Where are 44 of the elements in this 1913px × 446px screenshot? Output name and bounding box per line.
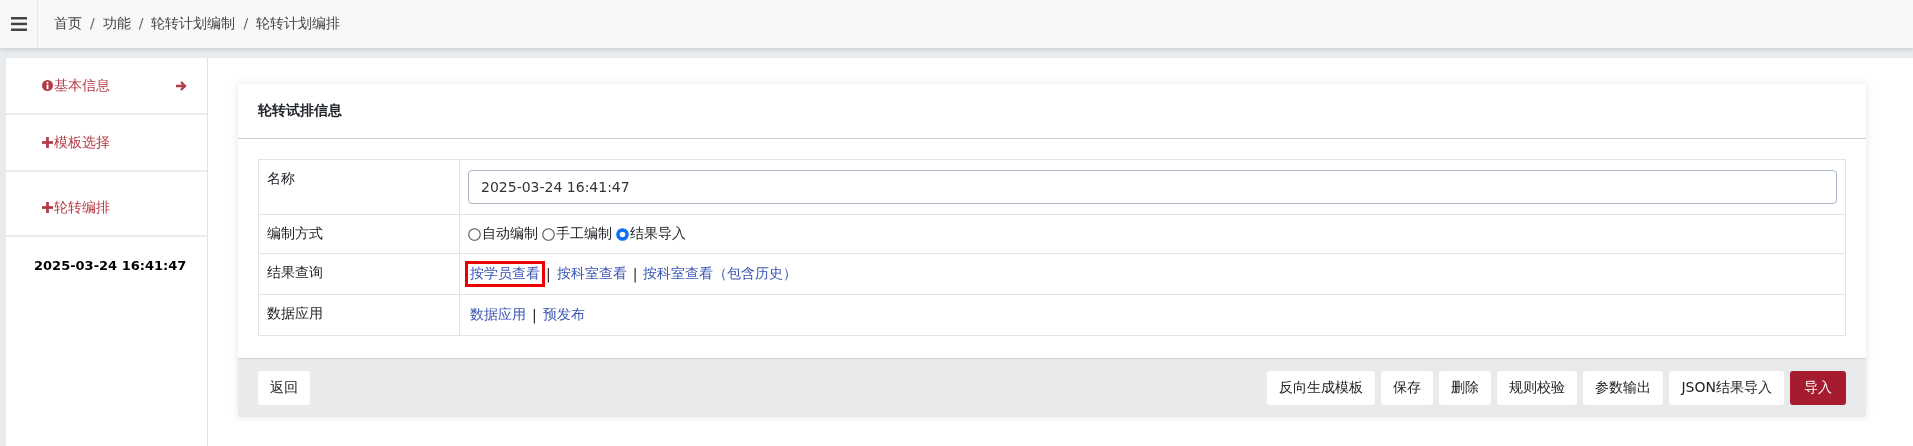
- separator: |: [546, 266, 551, 282]
- field-label: 数据应用: [258, 294, 460, 336]
- plus-icon: [42, 202, 53, 213]
- sidebar-item[interactable]: 基本信息: [6, 58, 207, 115]
- action-button[interactable]: 删除: [1439, 371, 1492, 405]
- breadcrumb-item[interactable]: 首页: [54, 15, 82, 33]
- radio-button[interactable]: [542, 227, 555, 241]
- action-button[interactable]: 保存: [1381, 371, 1434, 405]
- radio-label: 结果导入: [630, 225, 686, 243]
- action-button[interactable]: 参数输出: [1583, 371, 1664, 405]
- view-link[interactable]: 按科室查看: [554, 264, 629, 284]
- back-button[interactable]: 返回: [258, 371, 310, 405]
- view-link[interactable]: 预发布: [540, 305, 587, 325]
- view-link[interactable]: 按科室查看（包含历史）: [641, 264, 800, 284]
- field-label: 名称: [258, 159, 460, 215]
- separator: |: [532, 307, 537, 323]
- plus-icon: [42, 137, 53, 148]
- radio-button[interactable]: [468, 227, 481, 241]
- action-button[interactable]: JSON结果导入: [1669, 371, 1784, 405]
- breadcrumb-separator: /: [90, 15, 95, 33]
- sidebar-label: 轮转编排: [54, 198, 110, 217]
- field-label: 结果查询: [258, 253, 460, 295]
- breadcrumb-item[interactable]: 轮转计划编排: [256, 15, 341, 33]
- action-button[interactable]: 导入: [1790, 371, 1846, 405]
- sidebar-date: 2025-03-24 16:41:47: [33, 257, 188, 275]
- card-title: 轮转试排信息: [238, 84, 1866, 139]
- view-link[interactable]: 数据应用: [468, 305, 528, 325]
- info-icon: [42, 80, 53, 91]
- radio-label: 自动编制: [482, 225, 538, 243]
- name-input[interactable]: 2025-03-24 16:41:47: [468, 170, 1837, 204]
- action-button[interactable]: 规则校验: [1497, 371, 1578, 405]
- field-label: 编制方式: [258, 214, 460, 254]
- menu-icon[interactable]: [10, 17, 27, 31]
- sidebar-label: 模板选择: [54, 133, 110, 152]
- breadcrumb-item[interactable]: 功能: [102, 15, 131, 33]
- sidebar-label: 基本信息: [54, 76, 110, 95]
- breadcrumb-separator: /: [138, 15, 144, 33]
- separator: |: [632, 266, 638, 282]
- breadcrumb-item[interactable]: 轮转计划编制: [151, 15, 236, 33]
- radio-button[interactable]: [616, 227, 629, 241]
- view-link[interactable]: 按学员查看: [468, 264, 542, 284]
- action-button[interactable]: 反向生成模板: [1267, 371, 1376, 405]
- breadcrumb-separator: /: [243, 15, 249, 33]
- radio-label: 手工编制: [556, 225, 612, 243]
